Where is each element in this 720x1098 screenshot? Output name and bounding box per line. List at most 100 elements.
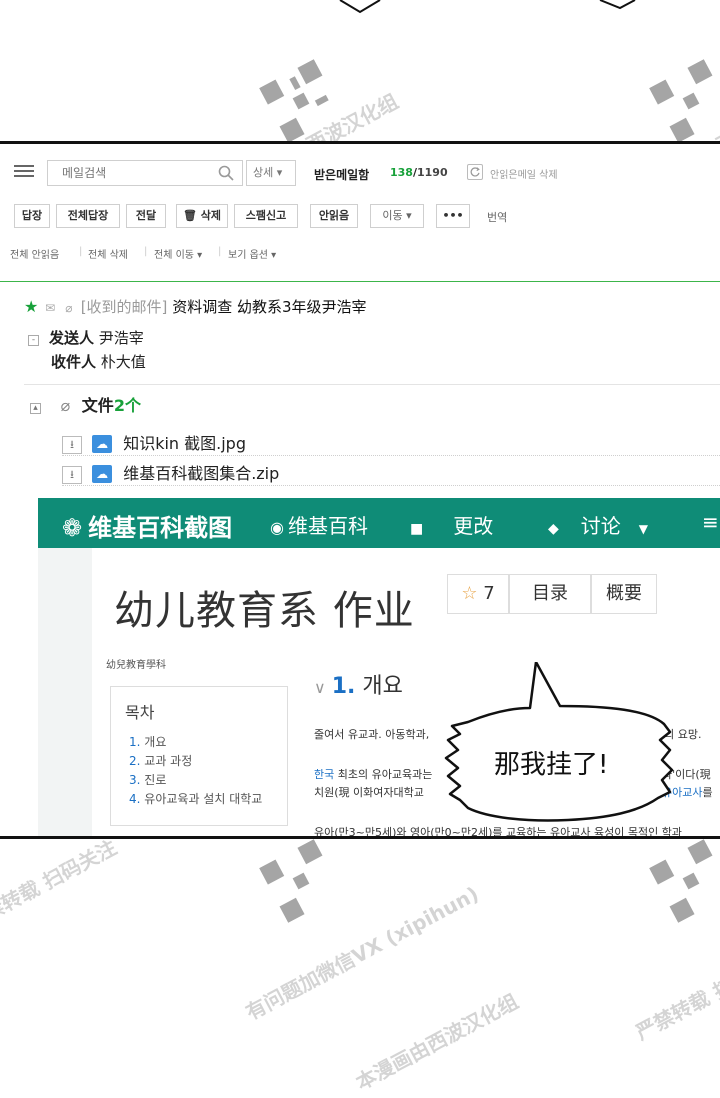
section-number: 1. bbox=[331, 674, 356, 699]
wiki-subtitle: 幼兒教育學科 bbox=[106, 660, 166, 671]
wiki-logo-icon: ❁ bbox=[62, 514, 83, 542]
attachment-item[interactable]: ⭳ ☁ 维基百科截图集合.zip bbox=[62, 460, 720, 486]
recipient-label: 收件人 bbox=[51, 353, 97, 371]
toc-number: 3. bbox=[129, 773, 141, 787]
wiki-paragraph-line: 한국 최초의 유아교육과는 과'이다(現 bbox=[314, 766, 711, 782]
translate-link[interactable]: 번역 bbox=[487, 209, 507, 225]
separator: | bbox=[218, 246, 222, 257]
mail-search-box bbox=[47, 160, 243, 186]
wiki-page-title: 幼儿教育系 作业 bbox=[114, 588, 415, 634]
speech-bubble-remnant bbox=[339, 0, 636, 14]
move-all-dropdown[interactable]: 전체 이동 ▾ bbox=[154, 246, 202, 261]
tab-contents[interactable]: 目录 bbox=[509, 574, 591, 614]
delete-all-link[interactable]: 전체 삭제 bbox=[88, 246, 128, 261]
wiki-menu-icon[interactable]: ≡ bbox=[702, 510, 719, 534]
inbox-title[interactable]: 받은메일함 bbox=[314, 166, 369, 183]
discuss-icon: ◆ bbox=[548, 521, 559, 537]
wiki-text-start: 최초의 유아교육과는 bbox=[337, 768, 433, 781]
delete-unread-link[interactable]: 안읽은메일 삭제 bbox=[490, 166, 558, 181]
search-icon[interactable] bbox=[218, 165, 234, 181]
move-dropdown[interactable]: 이동 ▾ bbox=[370, 204, 424, 228]
mail-search-input[interactable] bbox=[48, 161, 208, 185]
mail-counts: 138/1190 bbox=[390, 166, 448, 179]
attachment-item[interactable]: ⭳ ☁ 知识kin 截图.jpg bbox=[62, 430, 720, 456]
wiki-nav-discuss[interactable]: ◆ 讨论 ▼ bbox=[548, 510, 648, 539]
email-meta: - 发送人 尹浩宰 收件人 朴大值 bbox=[28, 326, 146, 374]
menu-icon[interactable] bbox=[14, 162, 34, 180]
cloud-icon[interactable]: ☁ bbox=[92, 465, 113, 483]
attachment-name[interactable]: 知识kin 截图.jpg bbox=[123, 434, 246, 453]
wiki-nav-edit[interactable]: ■ 更改 bbox=[410, 510, 493, 539]
forward-button[interactable]: 전달 bbox=[126, 204, 166, 228]
reply-all-button[interactable]: 전체답장 bbox=[56, 204, 120, 228]
speech-bubble-text: 那我挂了! bbox=[494, 750, 609, 780]
email-subject: 资料调查 幼教系3年级尹浩宰 bbox=[172, 298, 367, 316]
watermark: 严禁转载 扫码关注 bbox=[631, 945, 720, 1045]
wiki-paragraph-line: 치원(現 이화여자대학교 유아교사를 bbox=[314, 784, 713, 800]
star-outline-icon: ☆ bbox=[461, 583, 478, 604]
qr-code-icon bbox=[259, 839, 323, 923]
toc-item[interactable]: 2. 교과 과정 bbox=[129, 752, 262, 771]
view-options-dropdown[interactable]: 보기 옵션 ▾ bbox=[228, 246, 276, 261]
watermark: 严禁转载 扫码关注 bbox=[0, 835, 121, 935]
divider bbox=[24, 384, 720, 385]
qr-code-icon bbox=[649, 839, 713, 923]
toc-number: 4. bbox=[129, 792, 141, 806]
toc-label: 진로 bbox=[144, 773, 167, 787]
delete-button[interactable]: 🗑 삭제 bbox=[176, 204, 228, 228]
toc-number: 2. bbox=[129, 754, 141, 768]
spam-report-button[interactable]: 스팸신고 bbox=[234, 204, 298, 228]
wiki-nav-home[interactable]: ◉ 维基百科 bbox=[270, 510, 368, 539]
reply-button[interactable]: 답장 bbox=[14, 204, 50, 228]
qr-code-icon bbox=[259, 59, 329, 143]
toc-item[interactable]: 1. 개요 bbox=[129, 733, 262, 752]
star-icon[interactable]: ★ bbox=[24, 297, 38, 316]
files-label: 文件 bbox=[81, 396, 114, 415]
refresh-icon[interactable] bbox=[467, 164, 483, 180]
toc-list: 1. 개요 2. 교과 과정 3. 진로 4. 유아교육과 설치 대학교 bbox=[129, 733, 262, 809]
paperclip-icon: ⌀ bbox=[60, 396, 71, 415]
toc-title: 목차 bbox=[125, 703, 155, 722]
watermark: 本漫画由西波汉化组 bbox=[351, 989, 523, 1095]
wiki-navbar: ❁ 维基百科截图 ◉ 维基百科 ■ 更改 ◆ 讨论 ▼ ≡ bbox=[38, 498, 720, 548]
wiki-text-tail: 를 bbox=[702, 786, 713, 799]
toc-item[interactable]: 4. 유아교육과 설치 대학교 bbox=[129, 790, 262, 809]
mark-all-unread-link[interactable]: 전체 안읽음 bbox=[10, 246, 59, 261]
subject-row: ★ ✉ ⌀ [收到的邮件] 资料调查 幼教系3年级尹浩宰 bbox=[24, 296, 367, 318]
folder-tag: [收到的邮件] bbox=[80, 298, 168, 316]
wiki-brand[interactable]: ❁ 维基百科截图 bbox=[62, 508, 232, 543]
comic-panel: 상세 ▾ 받은메일함 138/1190 안읽은메일 삭제 답장 전체답장 전달 … bbox=[0, 141, 720, 839]
separator: | bbox=[144, 246, 148, 257]
sender-name[interactable]: 尹浩宰 bbox=[99, 329, 144, 347]
star-count: 7 bbox=[483, 583, 495, 604]
attachment-name[interactable]: 维基百科截图集合.zip bbox=[123, 464, 279, 483]
recipient-name[interactable]: 朴大值 bbox=[101, 353, 146, 371]
compass-icon: ◉ bbox=[270, 518, 284, 537]
files-count: 2个 bbox=[113, 396, 141, 415]
collapse-icon[interactable]: ▴ bbox=[30, 403, 41, 414]
section-title: 개요 bbox=[362, 674, 403, 699]
more-button[interactable]: ••• bbox=[436, 204, 470, 228]
star-button[interactable]: ☆ 7 bbox=[447, 574, 509, 614]
bulk-action-row: 전체 안읽음 | 전체 삭제 | 전체 이동 ▾ | 보기 옵션 ▾ bbox=[0, 246, 720, 264]
collapse-icon[interactable]: - bbox=[28, 335, 39, 346]
separator: | bbox=[79, 246, 83, 257]
cloud-icon[interactable]: ☁ bbox=[92, 435, 113, 453]
wiki-nav-edit-label: 更改 bbox=[453, 514, 494, 538]
toc-label: 개요 bbox=[144, 735, 167, 749]
toc-item[interactable]: 3. 진로 bbox=[129, 771, 262, 790]
edit-icon: ■ bbox=[410, 521, 424, 537]
detail-search-button[interactable]: 상세 ▾ bbox=[246, 160, 296, 186]
wiki-text-start: 치원(現 이화여자대학교 bbox=[314, 786, 424, 799]
attachments-header: ▴ ⌀ 文件2个 bbox=[30, 392, 141, 416]
section-heading[interactable]: ∨ 1. 개요 bbox=[314, 668, 403, 700]
toc-label: 교과 과정 bbox=[144, 754, 193, 768]
tab-summary[interactable]: 概要 bbox=[591, 574, 657, 614]
chevron-down-icon: ▼ bbox=[638, 522, 649, 536]
download-icon[interactable]: ⭳ bbox=[62, 466, 82, 484]
mark-unread-button[interactable]: 안읽음 bbox=[310, 204, 358, 228]
wiki-sidebar-strip bbox=[38, 548, 92, 836]
unread-count[interactable]: 138 bbox=[390, 166, 413, 179]
download-icon[interactable]: ⭳ bbox=[62, 436, 82, 454]
wiki-link[interactable]: 한국 bbox=[314, 768, 334, 781]
